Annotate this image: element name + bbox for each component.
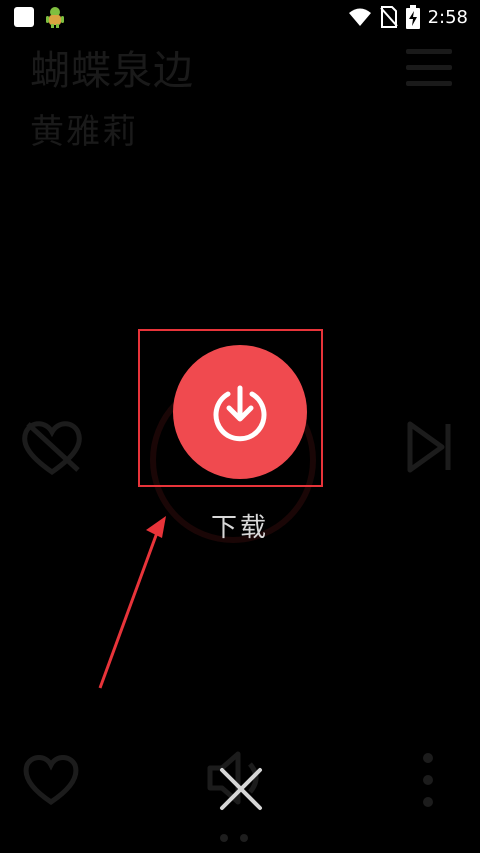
- android-bug-icon: [46, 7, 64, 28]
- close-icon[interactable]: [216, 764, 266, 814]
- song-title: 蝴蝶泉边: [30, 48, 194, 94]
- menu-icon[interactable]: [404, 46, 454, 90]
- status-right: 2:58: [348, 5, 468, 29]
- no-sim-icon: [379, 6, 398, 28]
- annotation-arrow-icon: [98, 516, 166, 689]
- download-icon: [213, 385, 267, 442]
- like-heart-icon[interactable]: [22, 752, 80, 806]
- more-vertical-icon[interactable]: [420, 752, 436, 808]
- app-square-icon: [14, 7, 34, 27]
- status-bar: 2:58: [0, 0, 480, 34]
- status-time: 2:58: [427, 6, 468, 28]
- status-left: [14, 5, 66, 29]
- page-dot: [220, 834, 228, 842]
- page-dot: [240, 834, 248, 842]
- battery-charging-icon: [405, 5, 420, 29]
- download-label: 下载: [210, 513, 269, 543]
- download-button[interactable]: [173, 345, 307, 479]
- page-indicator: [220, 834, 248, 842]
- artist-name: 黄雅莉: [30, 112, 138, 152]
- next-track-icon[interactable]: [406, 420, 454, 474]
- dislike-heart-icon[interactable]: [20, 418, 84, 476]
- wifi-icon: [348, 8, 371, 26]
